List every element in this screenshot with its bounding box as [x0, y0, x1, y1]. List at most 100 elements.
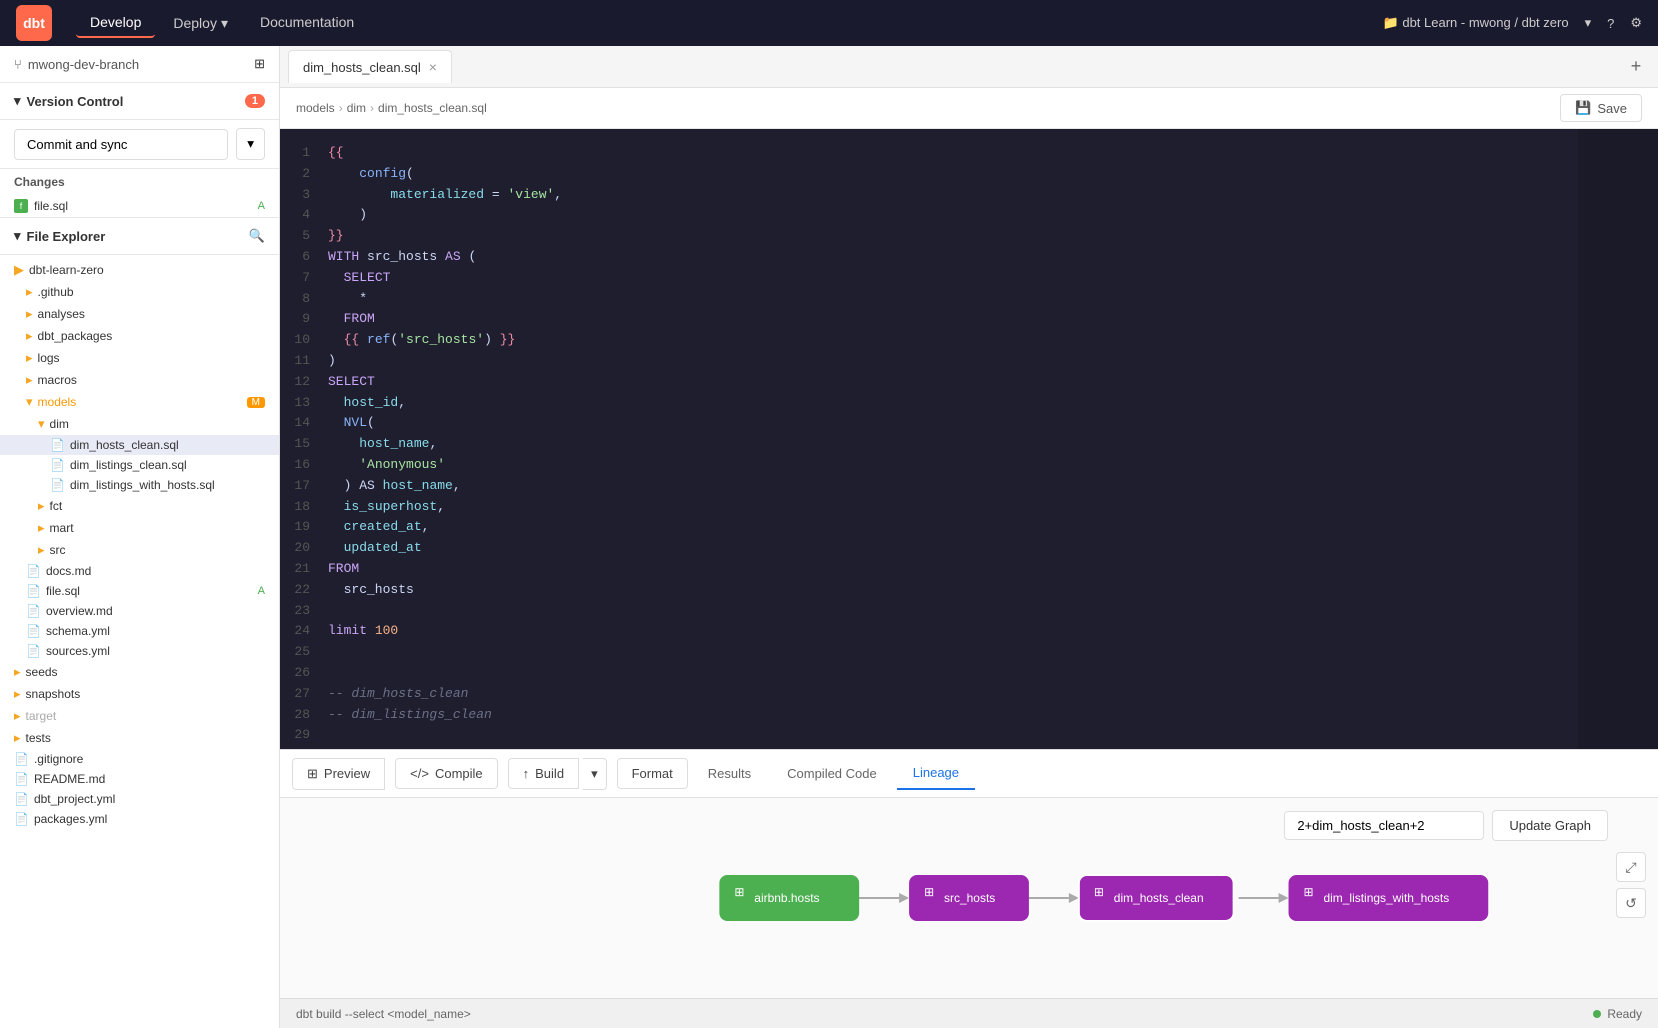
- node-dim-hosts-clean-label: ⊞: [1094, 885, 1104, 899]
- search-icon[interactable]: 🔍: [249, 228, 265, 244]
- node-dim-hosts-clean-text: dim_hosts_clean: [1114, 891, 1204, 905]
- settings-icon[interactable]: ⚙: [1630, 15, 1642, 31]
- tree-item-dbt-project-yml[interactable]: 📄 dbt_project.yml: [0, 789, 279, 809]
- tree-item-label: dim_hosts_clean.sql: [70, 438, 179, 452]
- commit-chevron-button[interactable]: ▾: [236, 128, 265, 160]
- tree-item-packages-yml[interactable]: 📄 packages.yml: [0, 809, 279, 829]
- compile-button[interactable]: </> Compile: [395, 758, 497, 789]
- tree-item-dim-hosts-clean[interactable]: 📄 dim_hosts_clean.sql: [0, 435, 279, 455]
- folder-icon: ▸: [26, 328, 33, 344]
- chevron-down-icon[interactable]: ▾: [1585, 15, 1592, 31]
- tab-lineage[interactable]: Lineage: [897, 757, 975, 790]
- tree-item-tests[interactable]: ▸ tests: [0, 727, 279, 749]
- tree-item-dim-listings-clean[interactable]: 📄 dim_listings_clean.sql: [0, 455, 279, 475]
- update-graph-button[interactable]: Update Graph: [1492, 810, 1608, 841]
- nav-right: 📁 dbt Learn - mwong / dbt zero ▾ ? ⚙: [1383, 15, 1642, 31]
- fullscreen-button[interactable]: ⤢: [1616, 852, 1646, 882]
- file-icon: 📄: [50, 458, 65, 472]
- tree-item-dbt-packages[interactable]: ▸ dbt_packages: [0, 325, 279, 347]
- logo: dbt: [16, 5, 52, 41]
- file-tree: ▶ dbt-learn-zero ▸ .github ▸ analyses ▸ …: [0, 255, 279, 1028]
- bottom-panel: ⊞ Preview </> Compile ↑ Build ▾ Format R…: [280, 749, 1658, 998]
- tree-item-label: mart: [50, 521, 74, 535]
- save-button[interactable]: 💾 Save: [1560, 94, 1642, 122]
- commit-sync-button[interactable]: Commit and sync: [14, 129, 228, 160]
- code-content[interactable]: {{ config( materialized = 'view', ) }} W…: [320, 129, 1578, 749]
- add-tab-button[interactable]: +: [1622, 53, 1650, 81]
- tree-item-seeds[interactable]: ▸ seeds: [0, 661, 279, 683]
- folder-icon: ▸: [38, 498, 45, 514]
- tree-item-dbt-learn-zero[interactable]: ▶ dbt-learn-zero: [0, 259, 279, 281]
- nav-deploy[interactable]: Deploy ▾: [159, 8, 242, 38]
- build-button[interactable]: ↑ Build: [508, 758, 579, 789]
- tree-item-readme-md[interactable]: 📄 README.md: [0, 769, 279, 789]
- node-src-hosts-text: src_hosts: [944, 891, 995, 905]
- tree-item-label: target: [26, 709, 57, 723]
- tree-item-logs[interactable]: ▸ logs: [0, 347, 279, 369]
- tree-item-label: dbt-learn-zero: [29, 263, 104, 277]
- tree-item-macros[interactable]: ▸ macros: [0, 369, 279, 391]
- tree-item-fct[interactable]: ▸ fct: [0, 495, 279, 517]
- tree-item-mart[interactable]: ▸ mart: [0, 517, 279, 539]
- tree-item-src[interactable]: ▸ src: [0, 539, 279, 561]
- nav-develop[interactable]: Develop: [76, 8, 155, 38]
- main-layout: ⑂ mwong-dev-branch ⊞ ▾ Version Control 1…: [0, 46, 1658, 1028]
- save-icon: 💾: [1575, 100, 1591, 116]
- tree-item-label: snapshots: [26, 687, 81, 701]
- arrow-2: [1069, 893, 1079, 903]
- branch-bar: ⑂ mwong-dev-branch ⊞: [0, 46, 279, 83]
- changes-label: Changes: [0, 169, 279, 195]
- nav-documentation[interactable]: Documentation: [246, 8, 368, 38]
- tab-label: dim_hosts_clean.sql: [303, 60, 421, 75]
- lineage-filter-input[interactable]: [1284, 811, 1484, 840]
- tree-item-label: README.md: [34, 772, 105, 786]
- tab-compiled-code[interactable]: Compiled Code: [771, 758, 893, 789]
- version-control-section[interactable]: ▾ Version Control 1: [0, 83, 279, 120]
- tree-item-analyses[interactable]: ▸ analyses: [0, 303, 279, 325]
- folder-icon: ▸: [14, 686, 21, 702]
- tree-item-target[interactable]: ▸ target: [0, 705, 279, 727]
- tab-results[interactable]: Results: [692, 758, 767, 789]
- build-dropdown-button[interactable]: ▾: [583, 758, 607, 790]
- build-icon: ↑: [523, 766, 530, 781]
- breadcrumb-dim[interactable]: dim: [347, 101, 366, 115]
- tree-item-dim-listings-with-hosts[interactable]: 📄 dim_listings_with_hosts.sql: [0, 475, 279, 495]
- tree-item-models[interactable]: ▾ models M: [0, 391, 279, 413]
- tree-item-overview-md[interactable]: 📄 overview.md: [0, 601, 279, 621]
- tree-item-label: macros: [38, 373, 77, 387]
- folder-icon: ▸: [14, 730, 21, 746]
- folder-icon: ▸: [14, 708, 21, 724]
- status-label: Ready: [1607, 1007, 1642, 1021]
- tree-item-schema-yml[interactable]: 📄 schema.yml: [0, 621, 279, 641]
- tree-item-label: fct: [50, 499, 63, 513]
- breadcrumb-sep-1: ›: [339, 101, 343, 115]
- editor-tab-dim-hosts-clean[interactable]: dim_hosts_clean.sql ×: [288, 50, 452, 83]
- tree-item-github[interactable]: ▸ .github: [0, 281, 279, 303]
- breadcrumb-models[interactable]: models: [296, 101, 335, 115]
- tree-item-gitignore[interactable]: 📄 .gitignore: [0, 749, 279, 769]
- lineage-controls: Update Graph: [1284, 810, 1608, 841]
- help-icon[interactable]: ?: [1607, 16, 1614, 31]
- close-icon[interactable]: ×: [429, 59, 437, 75]
- format-button[interactable]: Format: [617, 758, 688, 789]
- code-editor[interactable]: 1234567891011121314151617181920212223242…: [280, 129, 1658, 749]
- tree-item-label: models: [38, 395, 77, 409]
- tree-item-docs-md[interactable]: 📄 docs.md: [0, 561, 279, 581]
- preview-button[interactable]: ⊞ Preview: [292, 758, 385, 790]
- tree-item-label: .github: [38, 285, 74, 299]
- file-icon: 📄: [14, 752, 29, 766]
- refresh-button[interactable]: ↺: [1616, 888, 1646, 918]
- change-filename: file.sql: [34, 199, 68, 213]
- tree-item-dim[interactable]: ▾ dim: [0, 413, 279, 435]
- layout-icon[interactable]: ⊞: [254, 56, 265, 72]
- file-icon: f: [14, 199, 28, 213]
- folder-icon: ▾: [38, 416, 45, 432]
- status-bar: dbt build --select <model_name> Ready: [280, 998, 1658, 1028]
- file-explorer-section[interactable]: ▾ File Explorer 🔍: [0, 217, 279, 255]
- file-icon: 📄: [26, 644, 41, 658]
- tree-item-file-sql[interactable]: 📄 file.sql A: [0, 581, 279, 601]
- tree-item-sources-yml[interactable]: 📄 sources.yml: [0, 641, 279, 661]
- breadcrumb-sep-2: ›: [370, 101, 374, 115]
- file-icon: 📄: [14, 792, 29, 806]
- tree-item-snapshots[interactable]: ▸ snapshots: [0, 683, 279, 705]
